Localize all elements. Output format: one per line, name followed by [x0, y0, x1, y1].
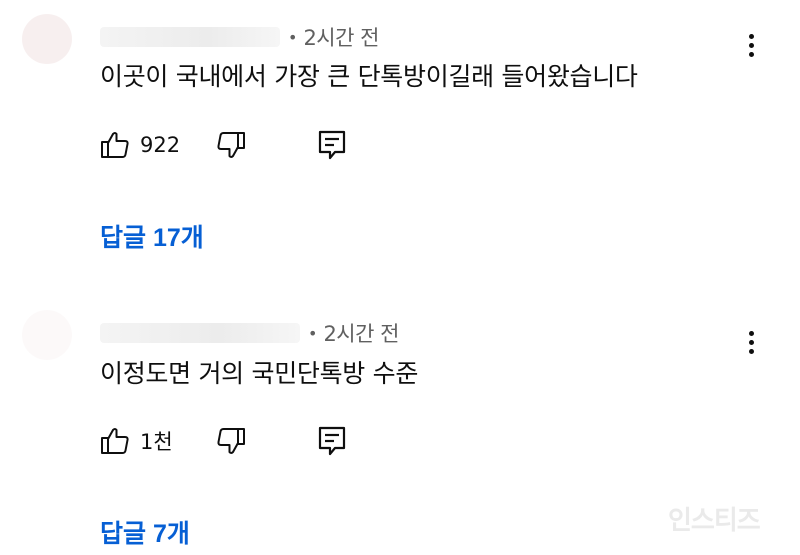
comment-header: • 2시간 전: [100, 318, 399, 348]
comment-actions: 922: [100, 128, 360, 162]
author-name[interactable]: [100, 27, 280, 47]
separator-dot: •: [288, 27, 298, 47]
reply-icon: [318, 130, 346, 160]
reply-button[interactable]: [318, 128, 346, 162]
comment-actions: 1천: [100, 424, 360, 458]
comment-text: 이정도면 거의 국민단톡방 수준: [100, 359, 419, 388]
dislike-button[interactable]: [216, 424, 246, 458]
avatar[interactable]: [22, 310, 72, 360]
reply-button[interactable]: [318, 424, 346, 458]
reply-icon: [318, 426, 346, 456]
author-name[interactable]: [100, 323, 300, 343]
thumbs-up-icon: [100, 130, 130, 160]
like-count: 1천: [140, 430, 173, 454]
comment-timestamp[interactable]: 2시간 전: [303, 22, 379, 52]
comment-text: 이곳이 국내에서 가장 큰 단톡방이길래 들어왔습니다: [100, 62, 638, 91]
more-vertical-icon[interactable]: [742, 327, 760, 357]
like-button[interactable]: 1천: [100, 424, 173, 458]
comment-timestamp[interactable]: 2시간 전: [323, 318, 399, 348]
separator-dot: •: [308, 323, 318, 343]
dislike-button[interactable]: [216, 128, 246, 162]
thumbs-up-icon: [100, 426, 130, 456]
thumbs-down-icon: [216, 426, 246, 456]
like-count: 922: [140, 133, 181, 157]
more-vertical-icon[interactable]: [742, 30, 760, 60]
thumbs-down-icon: [216, 130, 246, 160]
like-button[interactable]: 922: [100, 128, 180, 162]
comment-header: • 2시간 전: [100, 22, 379, 52]
view-replies-link[interactable]: 답글 7개: [100, 514, 190, 550]
avatar[interactable]: [22, 14, 72, 64]
view-replies-link[interactable]: 답글 17개: [100, 218, 204, 254]
watermark: 인스티즈: [668, 506, 761, 536]
